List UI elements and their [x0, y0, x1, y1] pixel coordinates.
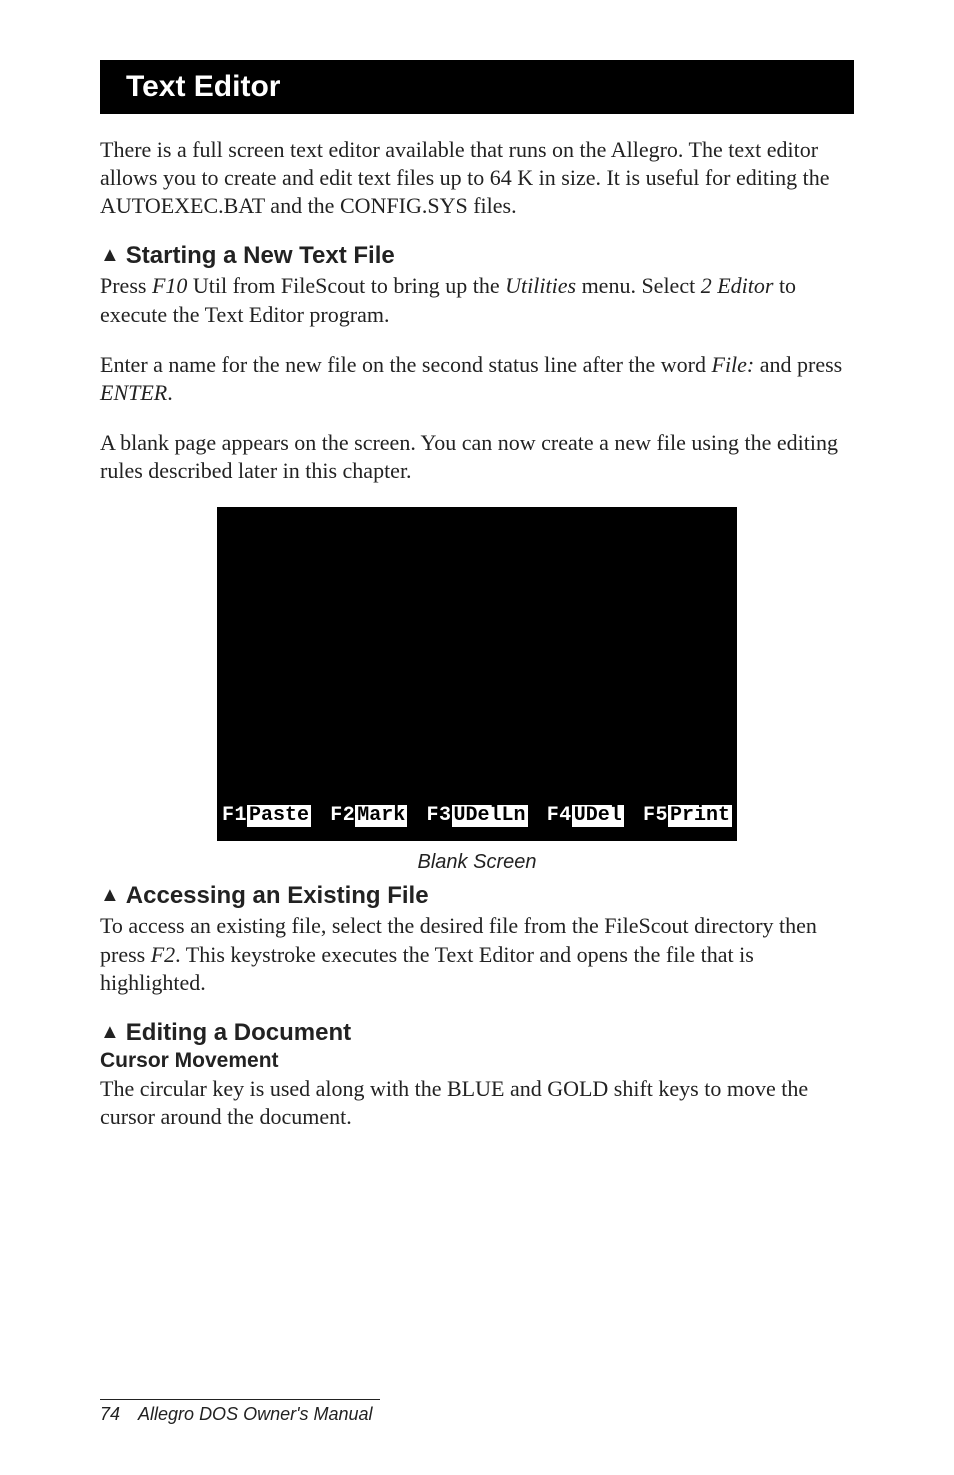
field-label: File:	[712, 352, 755, 377]
fkey-f3: F3	[426, 804, 451, 827]
menu-name: Utilities	[505, 273, 576, 298]
subhead-accessing: ▲ Accessing an Existing File	[100, 882, 854, 910]
text: menu. Select	[576, 273, 701, 298]
function-key-bar: F1Paste F2Mark F3UDelLn F4UDel F5Print	[217, 804, 737, 827]
page-number: 74	[100, 1404, 120, 1424]
fkey-f5: F5	[643, 804, 668, 827]
text: and press	[754, 352, 842, 377]
fkey-f4-label: UDel	[572, 805, 624, 827]
starting-p2: Enter a name for the new file on the sec…	[100, 351, 854, 407]
starting-p1: Press F10 Util from FileScout to bring u…	[100, 272, 854, 328]
editor-screenshot: F1Paste F2Mark F3UDelLn F4UDel F5Print	[217, 507, 737, 841]
keystroke-f10: F10	[152, 273, 187, 298]
fkey-f3-label: UDelLn	[452, 805, 528, 827]
footer-rule	[100, 1399, 380, 1400]
text: . This keystroke executes the Text Edito…	[100, 942, 754, 995]
subhead-accessing-text: Accessing an Existing File	[126, 882, 429, 909]
fkey-f2: F2	[330, 804, 355, 827]
text: Press	[100, 273, 152, 298]
fkey-f1: F1	[222, 804, 247, 827]
starting-p3: A blank page appears on the screen. You …	[100, 429, 854, 485]
fkey-f1-label: Paste	[247, 805, 311, 827]
triangle-icon: ▲	[100, 244, 120, 267]
subhead-starting: ▲ Starting a New Text File	[100, 242, 854, 270]
page-footer: 74 Allegro DOS Owner's Manual	[100, 1399, 380, 1425]
page: Text Editor There is a full screen text …	[0, 0, 954, 1475]
menu-item: 2 Editor	[701, 273, 774, 298]
manual-title: Allegro DOS Owner's Manual	[138, 1404, 373, 1424]
text: .	[167, 380, 173, 405]
editing-p: The circular key is used along with the …	[100, 1075, 854, 1131]
fkey-f5-label: Print	[668, 805, 732, 827]
accessing-p: To access an existing file, select the d…	[100, 912, 854, 996]
subhead-starting-text: Starting a New Text File	[126, 242, 395, 269]
triangle-icon: ▲	[100, 1021, 120, 1044]
figure-caption: Blank Screen	[100, 851, 854, 874]
triangle-icon: ▲	[100, 884, 120, 907]
subhead-editing: ▲ Editing a Document	[100, 1019, 854, 1047]
minor-head-cursor: Cursor Movement	[100, 1049, 854, 1073]
text: Enter a name for the new file on the sec…	[100, 352, 712, 377]
subhead-editing-text: Editing a Document	[126, 1019, 351, 1046]
section-header: Text Editor	[100, 60, 854, 114]
figure-blank-screen: F1Paste F2Mark F3UDelLn F4UDel F5Print B…	[100, 507, 854, 874]
fkey-f2-label: Mark	[355, 805, 407, 827]
keystroke-enter: ENTER	[100, 380, 167, 405]
text: Util from FileScout to bring up the	[187, 273, 505, 298]
fkey-f4: F4	[547, 804, 572, 827]
keystroke-f2: F2	[151, 942, 175, 967]
intro-paragraph: There is a full screen text editor avail…	[100, 136, 854, 220]
